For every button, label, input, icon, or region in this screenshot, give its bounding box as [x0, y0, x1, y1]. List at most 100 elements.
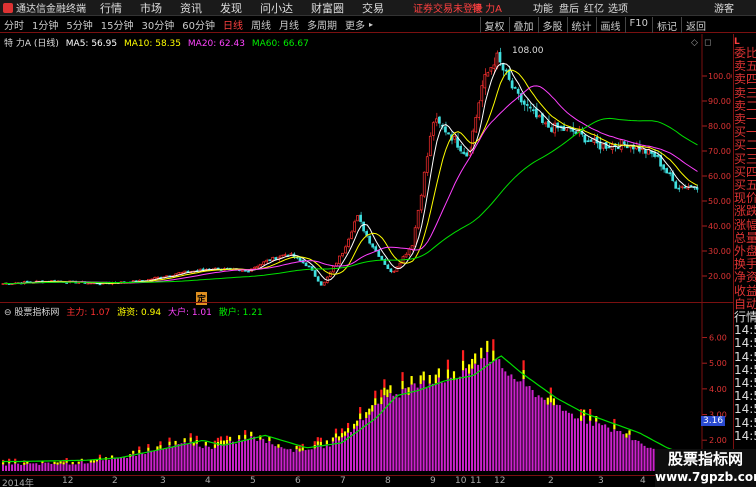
youzi-bar — [250, 431, 253, 437]
period-more[interactable]: 更多 — [341, 17, 369, 32]
dahu-bar — [537, 395, 540, 471]
menu-wenxiaoda[interactable]: 问小达 — [260, 0, 293, 16]
candle-body — [265, 259, 268, 263]
menu-xuanxiang[interactable]: 选项 — [608, 0, 628, 15]
period-1min[interactable]: 1分钟 — [28, 17, 62, 32]
legend-youzi: 游资: 0.94 — [117, 308, 162, 318]
youzi-bar — [277, 444, 280, 448]
youzi-bar — [625, 433, 628, 438]
dahu-bar — [44, 462, 47, 471]
dahu-bar — [404, 388, 407, 471]
candle-body — [177, 272, 181, 275]
f10-button[interactable]: F10 — [624, 17, 652, 33]
dahu-bar — [247, 439, 250, 471]
period-fenshi[interactable]: 分时 — [0, 17, 28, 32]
dahu-bar — [416, 387, 419, 471]
draw-line-button[interactable]: 画线 — [595, 17, 625, 33]
stats-button[interactable]: 统计 — [566, 17, 596, 33]
dahu-bar — [483, 358, 486, 471]
menu-panhou[interactable]: 盘后 — [559, 0, 579, 15]
zhuli-bar — [225, 435, 229, 440]
candle-body — [510, 80, 514, 89]
youzi-bar — [346, 428, 350, 433]
dahu-bar — [579, 420, 582, 471]
dahu-bar — [80, 461, 83, 471]
back-button[interactable]: 返回 — [681, 17, 710, 33]
menu-jiaoyi[interactable]: 交易 — [362, 0, 384, 16]
chart-collapse-icon[interactable]: ◻ — [704, 38, 711, 48]
more-arrow-icon[interactable]: ▸ — [369, 20, 373, 29]
dahu-bar — [495, 358, 498, 471]
period-monthly[interactable]: 月线 — [275, 17, 303, 32]
period-15min[interactable]: 15分钟 — [97, 17, 138, 32]
y-axis-label: 100.00 — [708, 72, 732, 81]
youzi-bar — [471, 358, 474, 369]
dahu-bar — [498, 359, 501, 471]
dahu-bar — [610, 431, 613, 471]
dahu-bar — [53, 464, 56, 471]
candle-body — [486, 72, 490, 77]
mark-button[interactable]: 标记 — [652, 17, 681, 33]
menu-hongyi[interactable]: 红亿 — [584, 0, 604, 15]
youzi-bar — [238, 435, 241, 440]
main-legend-title: 特 力A (日线) — [4, 39, 59, 49]
youzi-bar — [480, 347, 483, 359]
candle-body — [304, 262, 308, 267]
period-30min[interactable]: 30分钟 — [137, 17, 178, 32]
youzi-bar — [2, 462, 5, 465]
youzi-bar — [295, 445, 298, 450]
candle-body — [413, 227, 417, 247]
candle-body — [550, 127, 553, 132]
dahu-bar — [216, 445, 219, 471]
candle-body — [347, 238, 350, 247]
candle-body — [247, 270, 250, 273]
candle-body — [310, 266, 314, 271]
period-60min[interactable]: 60分钟 — [178, 17, 219, 32]
indicator-chart[interactable]: 1.002.003.004.005.006.00 ⊖ 股票指标网 主力: 1.0… — [0, 303, 732, 475]
dahu-bar — [464, 368, 467, 471]
dahu-bar — [280, 447, 283, 471]
candle-body — [431, 122, 435, 136]
period-weekly[interactable]: 周线 — [247, 17, 275, 32]
dahu-bar — [528, 385, 531, 471]
candle-body — [368, 235, 372, 244]
dahu-bar — [583, 415, 586, 471]
period-5min[interactable]: 5分钟 — [62, 17, 96, 32]
dahu-bar — [35, 463, 38, 471]
candle-body — [274, 257, 278, 260]
overlay-button[interactable]: 叠加 — [508, 17, 538, 33]
period-daily[interactable]: 日线 — [219, 17, 247, 32]
youzi-bar — [189, 437, 192, 442]
chart-settings-icon[interactable]: ◇ — [691, 38, 698, 48]
main-kline-chart[interactable]: 20.00 30.00 40.00 50.00 60.00 70.00 80.00 90.00… — [0, 34, 736, 305]
dahu-bar — [431, 383, 434, 471]
youzi-bar — [183, 438, 186, 443]
candle-body — [601, 143, 605, 149]
dahu-bar — [395, 394, 398, 471]
fuquan-button[interactable]: 复权 — [479, 17, 509, 33]
menu-hangqing[interactable]: 行情 — [100, 0, 122, 16]
candle-body — [586, 140, 590, 143]
candle-body — [607, 146, 611, 149]
dahu-bar — [153, 450, 156, 471]
period-multi[interactable]: 多周期 — [303, 17, 341, 32]
dahu-bar — [337, 440, 340, 471]
zhuli-bar — [383, 379, 386, 388]
dahu-bar — [189, 441, 192, 471]
label-buy2: 买二 — [734, 138, 756, 153]
dahu-bar — [219, 444, 222, 471]
multi-stock-button[interactable]: 多股 — [537, 17, 567, 33]
dahu-bar — [23, 464, 26, 471]
guest-label[interactable]: 游客 — [714, 0, 734, 15]
menu-zixun[interactable]: 资讯 — [180, 0, 202, 16]
youzi-bar — [53, 461, 56, 465]
candle-body — [374, 246, 378, 252]
menu-gongneng[interactable]: 功能 — [533, 0, 553, 15]
current-value-tag: 3.16 — [701, 416, 726, 426]
menu-faxian[interactable]: 发现 — [220, 0, 242, 16]
menu-caifuquan[interactable]: 财富圈 — [311, 0, 344, 16]
zhuli-bar — [316, 437, 319, 442]
indicator-collapse-icon[interactable]: ⊖ — [4, 308, 12, 318]
x-label: 3 — [160, 476, 166, 486]
menu-shichang[interactable]: 市场 — [140, 0, 162, 16]
